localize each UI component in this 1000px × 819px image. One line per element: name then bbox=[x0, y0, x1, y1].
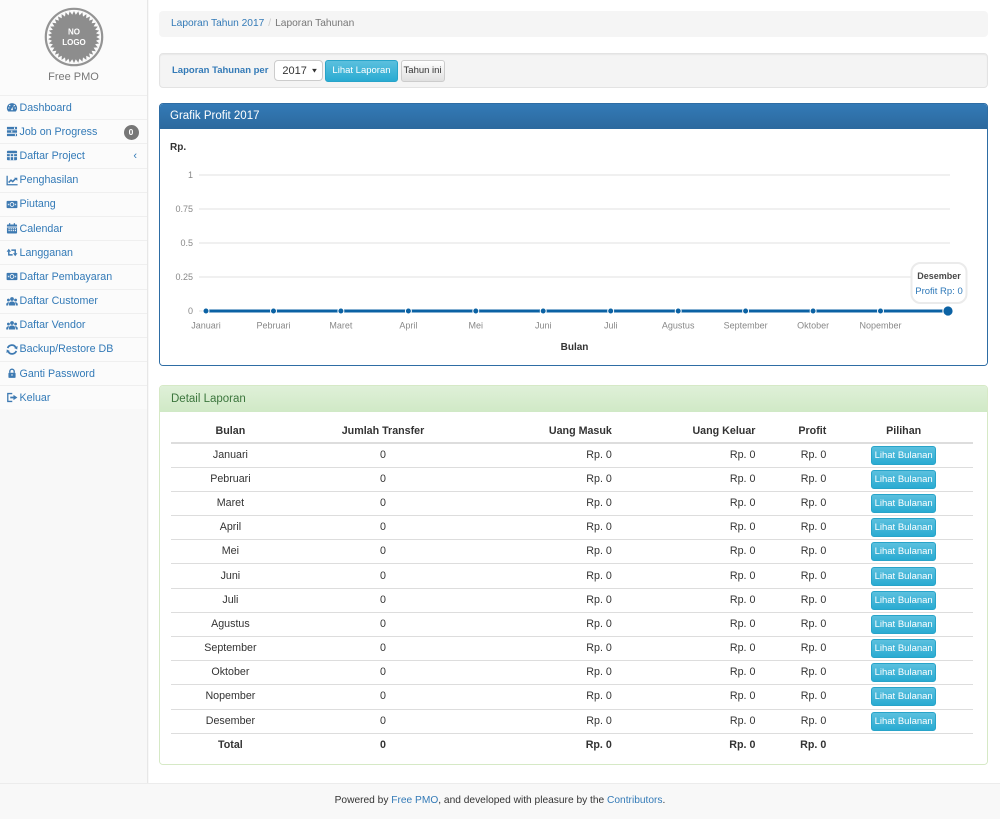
svg-text:NO: NO bbox=[68, 28, 80, 37]
svg-text:Juli: Juli bbox=[604, 321, 618, 331]
svg-text:0: 0 bbox=[188, 306, 193, 316]
svg-text:0.25: 0.25 bbox=[175, 272, 193, 282]
svg-text:Pebruari: Pebruari bbox=[256, 321, 290, 331]
svg-text:0.5: 0.5 bbox=[180, 238, 193, 248]
svg-text:Profit Rp: 0: Profit Rp: 0 bbox=[915, 286, 963, 297]
svg-text:Mei: Mei bbox=[469, 321, 484, 331]
svg-text:April: April bbox=[399, 321, 417, 331]
svg-text:September: September bbox=[724, 321, 768, 331]
svg-text:Maret: Maret bbox=[329, 321, 353, 331]
svg-text:Juni: Juni bbox=[535, 321, 552, 331]
svg-text:1: 1 bbox=[188, 170, 193, 180]
svg-text:Agustus: Agustus bbox=[662, 321, 695, 331]
svg-text:Rp.: Rp. bbox=[170, 142, 186, 153]
svg-text:Oktober: Oktober bbox=[797, 321, 829, 331]
svg-text:Desember: Desember bbox=[917, 271, 961, 281]
svg-text:Nopember: Nopember bbox=[859, 321, 901, 331]
svg-text:Bulan: Bulan bbox=[561, 342, 589, 353]
svg-text:Januari: Januari bbox=[191, 321, 221, 331]
svg-text:LOGO: LOGO bbox=[62, 38, 86, 47]
svg-text:0.75: 0.75 bbox=[175, 204, 193, 214]
